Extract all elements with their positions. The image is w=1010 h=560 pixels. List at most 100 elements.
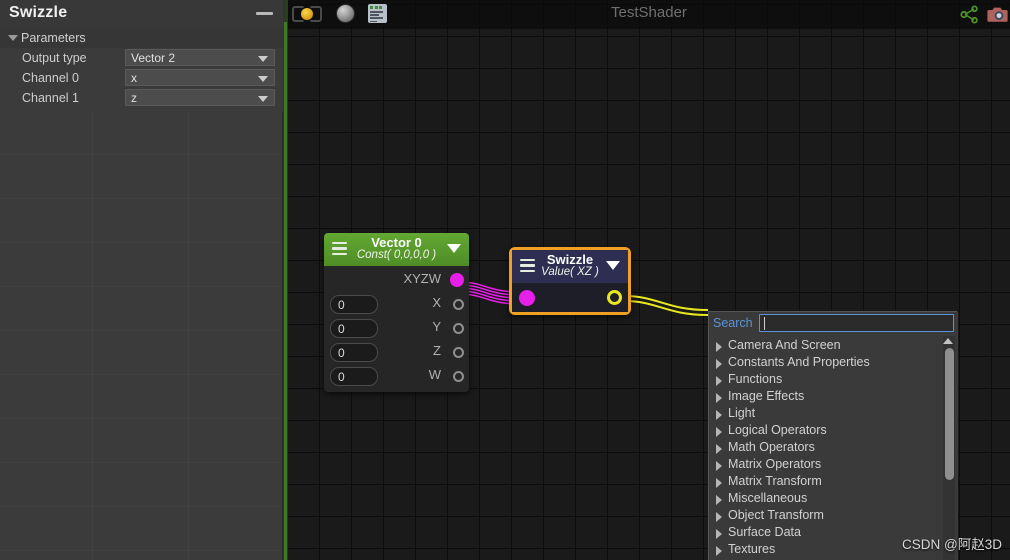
node-vector-0[interactable]: Vector 0 Const( 0,0,0,0 ) XYZW 0 X 0 Y 0… — [324, 233, 469, 392]
value-text: 0 — [338, 298, 345, 312]
node-header[interactable]: Vector 0 Const( 0,0,0,0 ) — [324, 233, 469, 266]
panel-divider-accent — [284, 22, 287, 560]
chevron-right-icon — [716, 495, 722, 505]
chevron-down-icon — [8, 35, 18, 41]
list-item[interactable]: Functions — [709, 372, 945, 389]
output-port-x[interactable] — [453, 299, 464, 310]
list-item[interactable]: Constants And Properties — [709, 355, 945, 372]
port-row-w: 0 W — [324, 365, 469, 389]
parameters-body: Output type Vector 2 Channel 0 x Channel… — [0, 48, 283, 112]
node-header[interactable]: Swizzle Value( XZ ) — [512, 250, 628, 283]
channel-0-dropdown[interactable]: x — [125, 69, 275, 86]
share-icon[interactable] — [960, 5, 979, 24]
sidebar-title-bar: Swizzle — [0, 0, 283, 28]
graph-canvas[interactable]: Vector 0 Const( 0,0,0,0 ) XYZW 0 X 0 Y 0… — [288, 0, 1010, 560]
list-item-label: Image Effects — [728, 389, 805, 403]
list-item[interactable]: Image Effects — [709, 389, 945, 406]
graph-toolbar: TestShader — [288, 0, 1010, 29]
value-field-y[interactable]: 0 — [330, 319, 378, 338]
port-label: X — [432, 295, 441, 310]
list-item[interactable]: Light — [709, 406, 945, 423]
port-row-z: 0 Z — [324, 341, 469, 365]
field-label: Channel 1 — [22, 91, 79, 105]
output-port-z[interactable] — [453, 347, 464, 358]
port-row-xyzw: XYZW — [324, 269, 469, 293]
chevron-down-icon — [258, 56, 268, 62]
list-item[interactable]: Camera And Screen — [709, 338, 945, 355]
minimize-button[interactable] — [256, 12, 273, 15]
chevron-right-icon — [716, 342, 722, 352]
port-label: W — [428, 367, 441, 382]
node-body — [512, 283, 628, 312]
shader-title: TestShader — [611, 4, 687, 21]
port-label: XYZW — [403, 271, 441, 286]
list-item[interactable]: Matrix Operators — [709, 457, 945, 474]
list-item[interactable]: Miscellaneous — [709, 491, 945, 508]
scrollbar-thumb[interactable] — [945, 348, 954, 480]
camera-icon[interactable] — [987, 4, 1008, 24]
list-item[interactable]: Math Operators — [709, 440, 945, 457]
field-output-type: Output type Vector 2 — [0, 48, 283, 68]
category-list[interactable]: Camera And Screen Constants And Properti… — [709, 335, 958, 560]
output-port-value[interactable] — [607, 290, 622, 305]
inspector-sidebar: Swizzle Parameters Output type Vector 2 … — [0, 0, 283, 560]
value-text: 0 — [338, 322, 345, 336]
port-row-y: 0 Y — [324, 317, 469, 341]
list-item-label: Camera And Screen — [728, 338, 841, 352]
chevron-down-icon[interactable] — [606, 261, 620, 270]
scroll-up-arrow-icon[interactable] — [943, 338, 953, 344]
output-port-w[interactable] — [453, 371, 464, 382]
chevron-right-icon — [716, 376, 722, 386]
search-row: Search — [709, 312, 958, 335]
chevron-right-icon — [716, 461, 722, 471]
chevron-right-icon — [716, 478, 722, 488]
value-field-z[interactable]: 0 — [330, 343, 378, 362]
port-label: Z — [433, 343, 441, 358]
list-item[interactable]: Logical Operators — [709, 423, 945, 440]
list-item-label: Functions — [728, 372, 783, 386]
value-text: 0 — [338, 346, 345, 360]
chevron-right-icon — [716, 393, 722, 403]
dropdown-value: z — [131, 91, 137, 105]
page-title: Swizzle — [9, 4, 68, 21]
output-port-y[interactable] — [453, 323, 464, 334]
field-channel-1: Channel 1 z — [0, 88, 283, 108]
shader-editor-window: Swizzle Parameters Output type Vector 2 … — [0, 0, 1010, 560]
parameters-label: Parameters — [21, 31, 86, 45]
list-item-label: Light — [728, 406, 756, 420]
output-type-dropdown[interactable]: Vector 2 — [125, 49, 275, 66]
list-item-label: Textures — [728, 542, 776, 556]
list-item[interactable]: Matrix Transform — [709, 474, 945, 491]
list-item-label: Surface Data — [728, 525, 801, 539]
channel-1-dropdown[interactable]: z — [125, 89, 275, 106]
chevron-right-icon — [716, 512, 722, 522]
port-row-x: 0 X — [324, 293, 469, 317]
field-label: Channel 0 — [22, 71, 79, 85]
parameters-section-header[interactable]: Parameters — [0, 28, 283, 48]
chevron-right-icon — [716, 444, 722, 454]
text-cursor — [764, 317, 765, 330]
dropdown-value: x — [131, 71, 137, 85]
chevron-down-icon — [258, 96, 268, 102]
input-port-value[interactable] — [519, 290, 535, 306]
watermark: CSDN @阿赵3D — [902, 537, 1002, 552]
node-swizzle[interactable]: Swizzle Value( XZ ) — [509, 247, 631, 315]
chevron-right-icon — [716, 529, 722, 539]
list-item-label: Object Transform — [728, 508, 824, 522]
value-text: 0 — [338, 370, 345, 384]
list-item-label: Logical Operators — [728, 423, 827, 437]
chevron-right-icon — [716, 546, 722, 556]
port-label: Y — [432, 319, 441, 334]
dropdown-value: Vector 2 — [131, 51, 176, 65]
search-label: Search — [713, 316, 753, 330]
value-field-x[interactable]: 0 — [330, 295, 378, 314]
value-field-w[interactable]: 0 — [330, 367, 378, 386]
chevron-down-icon[interactable] — [447, 244, 461, 253]
list-item-label: Miscellaneous — [728, 491, 808, 505]
node-search-popup[interactable]: Search Camera And Screen Constants And P… — [708, 311, 958, 560]
chevron-right-icon — [716, 427, 722, 437]
node-body: XYZW 0 X 0 Y 0 Z 0 W — [324, 266, 469, 392]
list-item[interactable]: Object Transform — [709, 508, 945, 525]
output-port-xyzw[interactable] — [450, 273, 464, 287]
search-input[interactable] — [759, 314, 954, 332]
